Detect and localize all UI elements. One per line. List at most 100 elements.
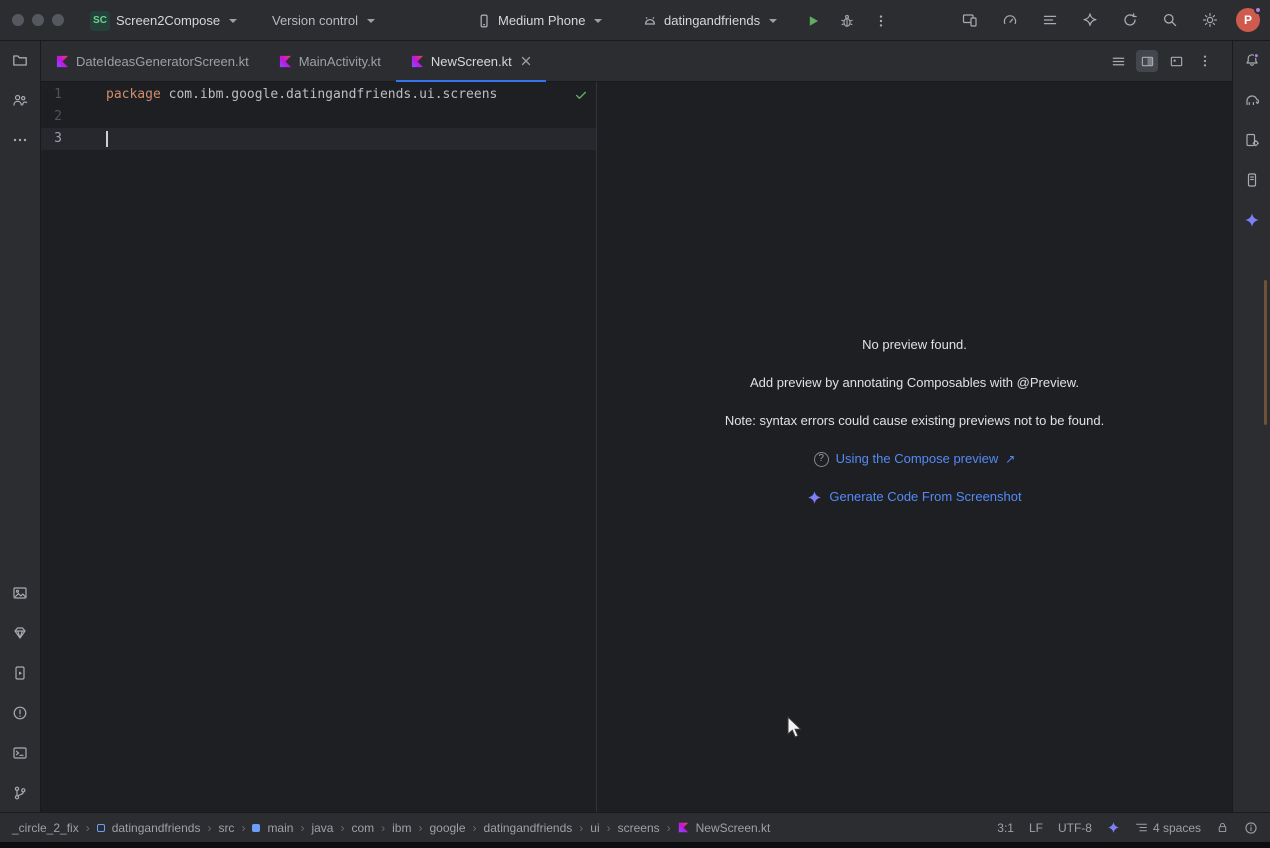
sync-gradle-button[interactable]	[1116, 6, 1144, 34]
breadcrumb-separator: ›	[381, 821, 385, 835]
breadcrumb-item[interactable]: main	[267, 821, 293, 835]
generate-link-label: Generate Code From Screenshot	[829, 489, 1021, 505]
breadcrumb-item[interactable]: ibm	[392, 821, 411, 835]
inspections-widget[interactable]	[574, 88, 588, 105]
resource-manager-button[interactable]	[6, 579, 34, 607]
breadcrumb-item[interactable]: NewScreen.kt	[696, 821, 771, 835]
compose-preview-docs-link[interactable]: ? Using the Compose preview ↗	[597, 451, 1232, 467]
logcat-button[interactable]	[1036, 6, 1064, 34]
gemini-button[interactable]	[1238, 206, 1266, 234]
tab-label: NewScreen.kt	[431, 54, 512, 69]
vcs-label: Version control	[272, 13, 358, 28]
commit-tool-button[interactable]	[6, 86, 34, 114]
device-mirroring-button[interactable]	[956, 6, 984, 34]
breadcrumb-item[interactable]: java	[311, 821, 333, 835]
tab-mainactivity[interactable]: MainActivity.kt	[264, 41, 396, 81]
code-line: package com.ibm.google.datingandfriends.…	[106, 84, 497, 106]
tab-newscreen[interactable]: NewScreen.kt	[396, 41, 546, 81]
notifications-status-button[interactable]	[1244, 821, 1258, 835]
notification-dot	[1254, 6, 1262, 14]
build-variants-button[interactable]	[6, 619, 34, 647]
generate-code-link[interactable]: Generate Code From Screenshot	[597, 489, 1232, 505]
running-devices-button[interactable]	[6, 659, 34, 687]
git-branch-icon	[12, 785, 28, 801]
search-everywhere-button[interactable]	[1156, 6, 1184, 34]
line-number: 2	[41, 106, 62, 128]
problems-button[interactable]	[6, 699, 34, 727]
breadcrumb-separator: ›	[418, 821, 422, 835]
people-icon	[12, 92, 28, 108]
gradle-button[interactable]	[1238, 86, 1266, 114]
run-config-selector[interactable]: datingandfriends	[634, 7, 785, 34]
vcs-widget[interactable]: Version control	[264, 7, 383, 34]
code-view-button[interactable]	[1107, 50, 1129, 72]
line-separator-widget[interactable]: LF	[1029, 821, 1043, 835]
run-button[interactable]	[799, 7, 827, 35]
window-close-button[interactable]	[12, 14, 24, 26]
project-tool-button[interactable]	[6, 46, 34, 74]
device-selector[interactable]: Medium Phone	[468, 7, 610, 34]
code-view-icon	[1111, 54, 1126, 69]
more-tool-windows-button[interactable]	[6, 126, 34, 154]
kebab-icon	[874, 14, 888, 28]
device-manager-button[interactable]	[1238, 126, 1266, 154]
left-tool-strip	[0, 41, 41, 812]
close-tab-button[interactable]	[521, 56, 531, 66]
status-bar: _circle_2_fix › datingandfriends › src ›…	[0, 812, 1270, 842]
code-editor[interactable]: 1 2 3 package com.ibm.google.datingandfr…	[41, 82, 596, 812]
text-caret	[106, 131, 108, 147]
indent-widget[interactable]: 4 spaces	[1135, 821, 1201, 835]
notifications-button[interactable]	[1238, 46, 1266, 74]
user-avatar[interactable]: P	[1236, 8, 1260, 32]
gemini-status-widget[interactable]	[1107, 821, 1120, 834]
breadcrumb-item[interactable]: ui	[590, 821, 599, 835]
bug-icon	[839, 13, 855, 29]
breadcrumb-separator: ›	[607, 821, 611, 835]
project-selector[interactable]: SC Screen2Compose	[82, 7, 245, 34]
ai-assistant-button[interactable]	[1076, 6, 1104, 34]
terminal-button[interactable]	[6, 739, 34, 767]
scrollbar-marker	[1264, 280, 1267, 425]
image-icon	[12, 585, 28, 601]
window-zoom-button[interactable]	[52, 14, 64, 26]
toolbar-right: P	[956, 6, 1260, 34]
breadcrumb-item[interactable]: datingandfriends	[112, 821, 201, 835]
chevron-down-icon	[769, 19, 777, 23]
debug-button[interactable]	[833, 7, 861, 35]
bell-icon	[1244, 52, 1260, 68]
editor-more-button[interactable]	[1194, 50, 1216, 72]
breadcrumb-item[interactable]: screens	[618, 821, 660, 835]
alert-circle-icon	[12, 705, 28, 721]
window-controls	[12, 14, 64, 26]
indent-icon	[1135, 821, 1148, 834]
split-view-button[interactable]	[1136, 50, 1158, 72]
indent-label: 4 spaces	[1153, 821, 1201, 835]
breadcrumb-separator: ›	[473, 821, 477, 835]
window-minimize-button[interactable]	[32, 14, 44, 26]
kotlin-file-icon	[678, 822, 689, 833]
preview-hint: Add preview by annotating Composables wi…	[597, 375, 1232, 391]
breadcrumb-item[interactable]: com	[351, 821, 374, 835]
breadcrumb-item[interactable]: _circle_2_fix	[12, 821, 79, 835]
settings-button[interactable]	[1196, 6, 1224, 34]
encoding-widget[interactable]: UTF-8	[1058, 821, 1092, 835]
readonly-toggle[interactable]	[1216, 821, 1229, 834]
breadcrumb-item[interactable]: google	[429, 821, 465, 835]
more-actions-button[interactable]	[867, 7, 895, 35]
close-icon	[521, 56, 531, 66]
design-view-button[interactable]	[1165, 50, 1187, 72]
split-view-icon	[1140, 54, 1155, 69]
profiler-button[interactable]	[996, 6, 1024, 34]
breadcrumb-item[interactable]: datingandfriends	[484, 821, 573, 835]
search-icon	[1162, 12, 1178, 28]
tab-dateideasgeneratorscreen[interactable]: DateIdeasGeneratorScreen.kt	[41, 41, 264, 81]
profiler-icon	[1002, 12, 1018, 28]
code-keyword: package	[106, 87, 161, 102]
caret-position-widget[interactable]: 3:1	[997, 821, 1014, 835]
breadcrumb-item[interactable]: src	[218, 821, 234, 835]
device-explorer-button[interactable]	[1238, 166, 1266, 194]
version-control-button[interactable]	[6, 779, 34, 807]
project-name: Screen2Compose	[116, 13, 220, 28]
chevron-down-icon	[594, 19, 602, 23]
titlebar: SC Screen2Compose Version control Medium…	[0, 0, 1270, 41]
